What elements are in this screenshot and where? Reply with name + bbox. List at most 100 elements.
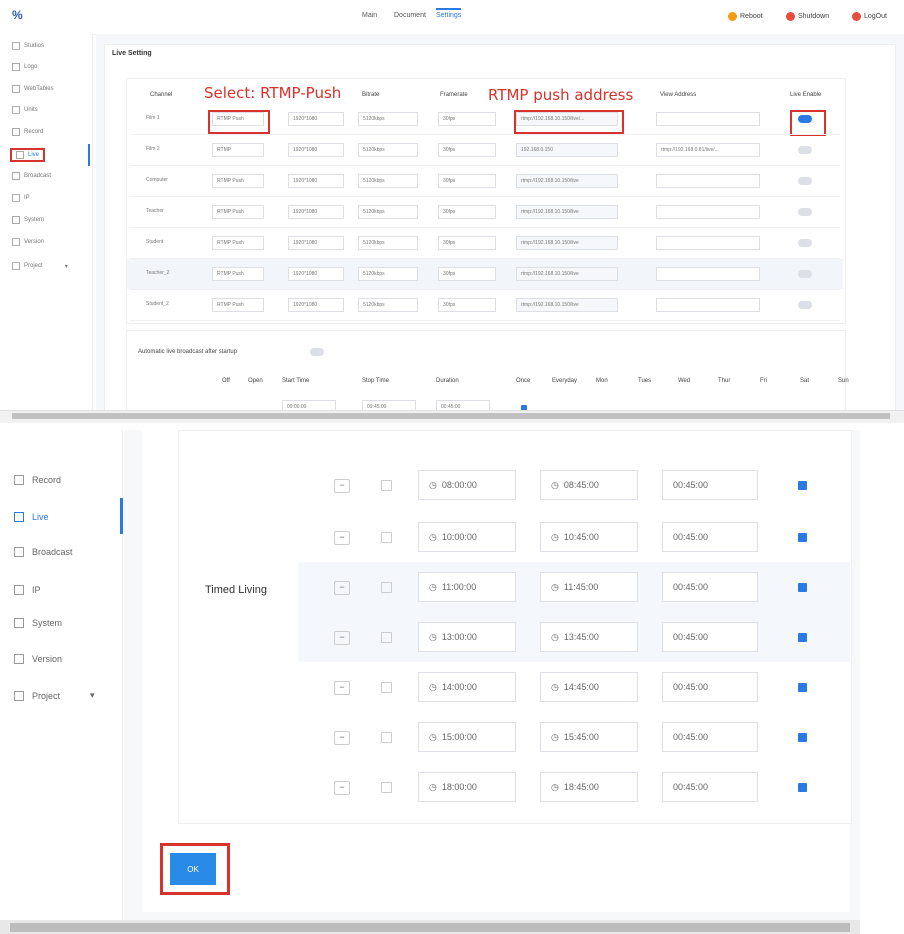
start-time-picker[interactable]: ◷ 14:00:00 [418, 672, 516, 702]
framerate-select[interactable]: 30fps [438, 267, 496, 281]
duration-field[interactable]: 00:45:00 [662, 522, 758, 552]
remove-row-button[interactable]: − [334, 681, 350, 695]
tab-settings[interactable]: Settings [436, 8, 462, 19]
push-address-input[interactable]: rtmp://192.168.10.150/live [516, 236, 618, 250]
once-checkbox[interactable] [798, 481, 807, 490]
sidebar-item-project[interactable]: Project ▾ [12, 262, 68, 270]
framerate-select[interactable]: 30fps [438, 174, 496, 188]
live-enable-toggle[interactable] [798, 208, 812, 216]
push-address-input[interactable]: rtmp://192.168.10.150/live [516, 205, 618, 219]
live-enable-toggle[interactable] [798, 115, 812, 123]
start-time-picker[interactable]: ◷ 18:00:00 [418, 772, 516, 802]
start-time-picker[interactable]: ◷ 08:00:00 [418, 470, 516, 500]
bitrate-select[interactable]: 5120kbps [358, 298, 418, 312]
resolution-select[interactable]: 1920*1080 [288, 174, 344, 188]
duration-field[interactable]: 00:45:00 [662, 672, 758, 702]
once-checkbox[interactable] [798, 683, 807, 692]
duration-field[interactable]: 00:45:00 [662, 772, 758, 802]
row-checkbox[interactable] [381, 732, 392, 743]
view-address-input[interactable] [656, 298, 760, 312]
remove-row-button[interactable]: − [334, 731, 350, 745]
row-checkbox[interactable] [381, 532, 392, 543]
framerate-select[interactable]: 30fps [438, 236, 496, 250]
sidebar2-item-project[interactable]: Project ▾ [14, 690, 95, 701]
view-address-input[interactable] [656, 112, 760, 126]
protocol-select[interactable]: RTMP [212, 143, 264, 157]
auto-live-toggle[interactable] [310, 348, 324, 356]
shutdown-button[interactable]: Shutdown [786, 12, 829, 21]
resolution-select[interactable]: 1920*1080 [288, 236, 344, 250]
logout-button[interactable]: LogOut [852, 12, 887, 21]
sidebar-item-units[interactable]: Units [12, 106, 38, 114]
sidebar-item-live[interactable]: Live [10, 148, 46, 162]
live-enable-toggle[interactable] [798, 146, 812, 154]
framerate-select[interactable]: 30fps [438, 205, 496, 219]
scrollbar-thumb-top[interactable] [12, 413, 890, 419]
stop-time-picker[interactable]: ◷ 14:45:00 [540, 672, 638, 702]
protocol-select[interactable]: RTMP Push [212, 298, 264, 312]
sidebar2-item-live[interactable]: Live [14, 512, 49, 522]
row-checkbox[interactable] [381, 582, 392, 593]
live-enable-toggle[interactable] [798, 270, 812, 278]
sidebar2-item-system[interactable]: System [14, 618, 62, 628]
sidebar-item-record[interactable]: Record [12, 128, 43, 136]
reboot-button[interactable]: Reboot [728, 12, 763, 21]
framerate-select[interactable]: 30fps [438, 143, 496, 157]
row-checkbox[interactable] [381, 782, 392, 793]
resolution-select[interactable]: 1920*1080 [288, 267, 344, 281]
view-address-input[interactable] [656, 205, 760, 219]
live-enable-toggle[interactable] [798, 301, 812, 309]
stop-time-picker[interactable]: ◷ 10:45:00 [540, 522, 638, 552]
protocol-select[interactable]: RTMP Push [212, 205, 264, 219]
push-address-input[interactable]: rtmp://192.168.10.150/live/... [516, 112, 618, 126]
push-address-input[interactable]: 192.168.0.150 [516, 143, 618, 157]
start-time-picker[interactable]: ◷ 13:00:00 [418, 622, 516, 652]
resolution-select[interactable]: 1920*1080 [288, 298, 344, 312]
view-address-input[interactable] [656, 267, 760, 281]
start-time-picker[interactable]: ◷ 11:00:00 [418, 572, 516, 602]
duration-field[interactable]: 00:45:00 [662, 722, 758, 752]
sidebar2-item-broadcast[interactable]: Broadcast [14, 547, 73, 557]
scrollbar-thumb-bottom[interactable] [10, 923, 850, 932]
framerate-select[interactable]: 30fps [438, 112, 496, 126]
start-time-picker[interactable]: ◷ 10:00:00 [418, 522, 516, 552]
row-checkbox[interactable] [381, 480, 392, 491]
sidebar-item-broadcast[interactable]: Broadcast [12, 172, 51, 180]
sidebar-item-logo[interactable]: Logo [12, 63, 37, 71]
bitrate-select[interactable]: 5120kbps [358, 143, 418, 157]
bitrate-select[interactable]: 5120kbps [358, 267, 418, 281]
stop-time-picker[interactable]: ◷ 15:45:00 [540, 722, 638, 752]
sidebar-item-studios[interactable]: Studios [12, 42, 44, 50]
start-time-picker[interactable]: ◷ 15:00:00 [418, 722, 516, 752]
duration-field[interactable]: 00:45:00 [662, 470, 758, 500]
sidebar-item-version[interactable]: Version [12, 238, 44, 246]
view-address-input[interactable]: rtmp://192.168.0.81/live/... [656, 143, 760, 157]
remove-row-button[interactable]: − [334, 781, 350, 795]
sidebar2-item-version[interactable]: Version [14, 654, 62, 664]
duration-field[interactable]: 00:45:00 [662, 622, 758, 652]
tab-document[interactable]: Document [394, 12, 426, 19]
row-checkbox[interactable] [381, 682, 392, 693]
protocol-select[interactable]: RTMP Push [212, 236, 264, 250]
protocol-select[interactable]: RTMP Push [212, 112, 264, 126]
bitrate-select[interactable]: 5120kbps [358, 236, 418, 250]
remove-row-button[interactable]: − [334, 531, 350, 545]
row-checkbox[interactable] [381, 632, 392, 643]
sidebar-item-ip[interactable]: IP [12, 194, 30, 202]
resolution-select[interactable]: 1920*1080 [288, 112, 344, 126]
bitrate-select[interactable]: 5120kbps [358, 112, 418, 126]
push-address-input[interactable]: rtmp://192.168.10.150/live [516, 174, 618, 188]
remove-row-button[interactable]: − [334, 631, 350, 645]
sidebar-item-system[interactable]: System [12, 216, 44, 224]
stop-time-picker[interactable]: ◷ 11:45:00 [540, 572, 638, 602]
tab-main[interactable]: Main [362, 12, 377, 19]
ok-button[interactable]: OK [170, 853, 216, 885]
framerate-select[interactable]: 30fps [438, 298, 496, 312]
once-checkbox[interactable] [798, 783, 807, 792]
remove-row-button[interactable]: − [334, 581, 350, 595]
resolution-select[interactable]: 1920*1080 [288, 205, 344, 219]
bitrate-select[interactable]: 5120kbps [358, 205, 418, 219]
once-checkbox[interactable] [798, 733, 807, 742]
protocol-select[interactable]: RTMP Push [212, 267, 264, 281]
push-address-input[interactable]: rtmp://192.168.10.150/live [516, 267, 618, 281]
